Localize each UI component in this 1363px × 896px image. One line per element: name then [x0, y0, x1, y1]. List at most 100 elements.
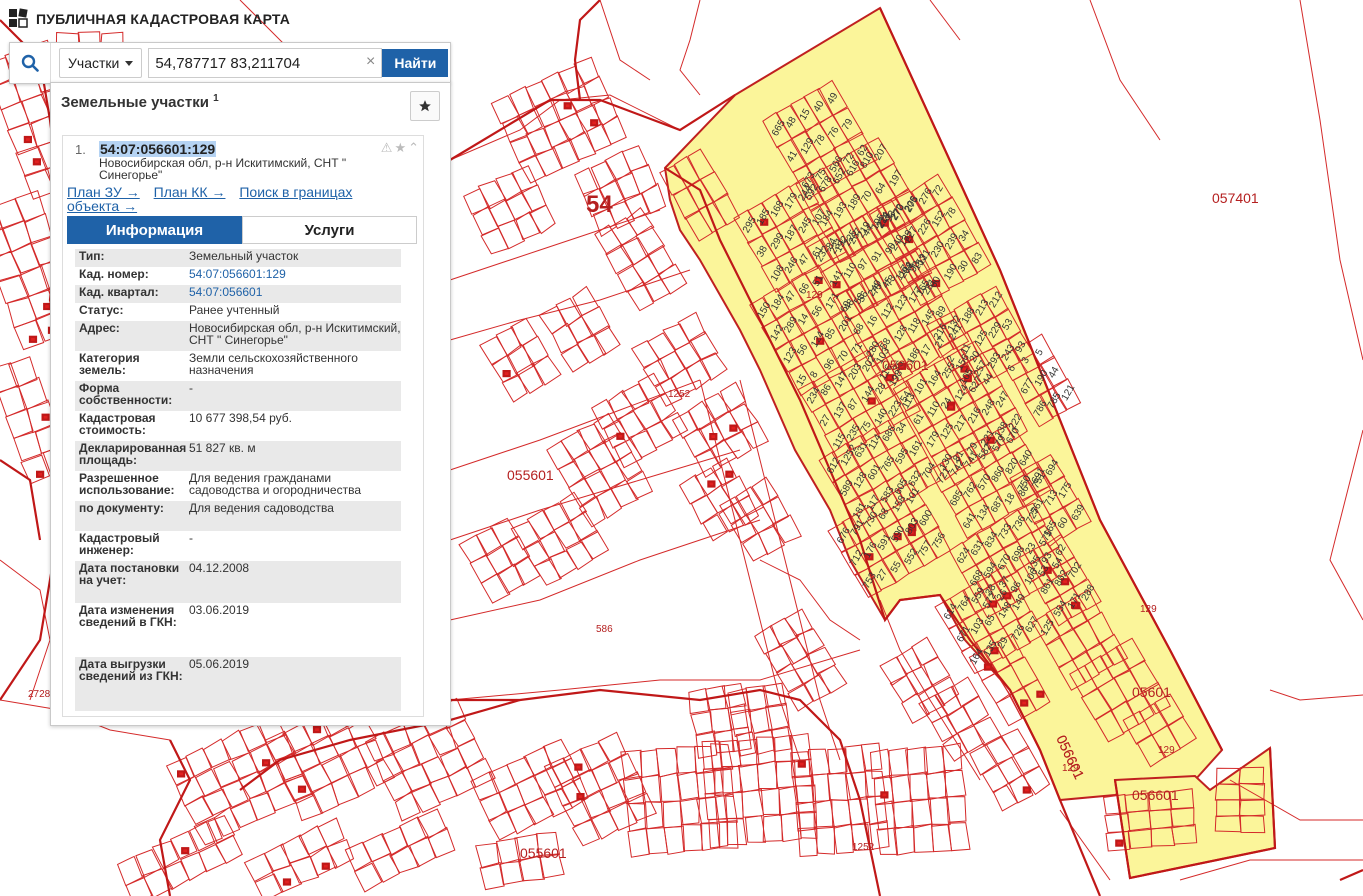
search-type-label: Участки — [68, 55, 120, 71]
tab-information[interactable]: Информация — [67, 216, 242, 244]
quarter-label: 1252 — [852, 842, 875, 853]
region-label: 54 — [586, 191, 613, 218]
quarter-label: 129 — [1062, 763, 1079, 774]
info-key: Кадастровый инженер: — [79, 531, 160, 557]
results-title-text: Земельные участки — [61, 94, 209, 111]
building-marker — [709, 433, 718, 441]
info-key: Кад. номер: — [79, 267, 149, 281]
info-row: Дата изменения сведений в ГКН: 03.06.2019 — [75, 603, 401, 657]
star-icon — [419, 100, 431, 112]
card-links: План ЗУ → План КК → Поиск в границах объ… — [67, 185, 407, 213]
building-marker — [177, 770, 186, 778]
find-button[interactable]: Найти — [382, 49, 449, 77]
info-key: Декларированная площадь: — [79, 441, 187, 467]
search-input-wrapper: × — [148, 48, 383, 78]
star-outline-icon[interactable]: ★ — [394, 140, 406, 156]
chevron-up-icon[interactable]: ⌃ — [408, 140, 419, 156]
info-key: Дата выгрузки сведений из ГКН: — [79, 657, 183, 683]
info-value: Ранее учтенный — [189, 303, 280, 317]
results-panel: Земельные участки 1 1. 54:07:056601:129 … — [50, 82, 451, 726]
building-marker — [729, 424, 738, 432]
search-icon[interactable] — [10, 43, 51, 83]
quarter-label: 586 — [596, 624, 613, 635]
info-row: Кадастровая стоимость: 10 677 398,54 руб. — [75, 411, 401, 441]
building-marker — [297, 785, 307, 793]
info-value-link[interactable]: 54:07:056601:129 — [189, 268, 401, 282]
quarter-label: 129 — [1140, 604, 1157, 615]
tab-services[interactable]: Услуги — [242, 216, 417, 244]
results-title: Земельные участки 1 — [61, 93, 219, 111]
info-value: Для ведения гражданами садоводства и ого… — [189, 471, 361, 497]
results-count: 1 — [213, 93, 219, 104]
building-marker — [725, 470, 734, 478]
app-header: ПУБЛИЧНАЯ КАДАСТРОВАЯ КАРТА — [8, 8, 290, 30]
info-value: - — [189, 531, 193, 545]
info-key: Кадастровая стоимость: — [79, 411, 156, 437]
info-value: 04.12.2008 — [189, 561, 250, 575]
info-key: Разрешенное использование: — [79, 471, 175, 497]
info-row: Тип: Земельный участок — [75, 249, 401, 267]
info-value-link[interactable]: 54:07:056601 — [189, 286, 401, 300]
info-row: Разрешенное использование: Для ведения гр… — [75, 471, 401, 501]
info-row: Декларированная площадь: 51 827 кв. м — [75, 441, 401, 471]
search-bar: Участки × Найти — [9, 42, 451, 84]
info-row: Кад. квартал: 54:07:056601 — [75, 285, 401, 303]
building-marker — [502, 370, 511, 378]
building-marker — [707, 480, 716, 488]
building-marker — [880, 791, 889, 799]
quarter-label: 056601 — [882, 357, 929, 373]
search-type-select[interactable]: Участки — [59, 48, 143, 78]
quarter-label: 056601 — [1132, 787, 1179, 803]
quarter-label: 129 — [806, 290, 823, 301]
info-key: Категория земель: — [79, 351, 140, 377]
info-value: 51 827 кв. м — [189, 441, 256, 455]
building-marker — [321, 862, 330, 870]
cad-number[interactable]: 54:07:056601:129 — [99, 141, 217, 157]
building-marker — [35, 470, 45, 478]
info-key: Форма собственности: — [79, 381, 173, 407]
building-marker — [1020, 699, 1029, 707]
card-icons: ⚠ ★ ⌃ — [381, 140, 419, 156]
info-row: Дата постановки на учет: 04.12.2008 — [75, 561, 401, 603]
info-key: Статус: — [79, 303, 124, 317]
quarter-label: 2728 — [28, 689, 51, 700]
info-value: 10 677 398,54 руб. — [189, 411, 292, 425]
info-key: Тип: — [79, 249, 105, 263]
info-value: - — [189, 381, 193, 395]
building-marker — [32, 158, 42, 166]
warning-icon[interactable]: ⚠ — [381, 140, 393, 156]
quarter-label: 057401 — [1212, 190, 1259, 206]
building-marker — [1036, 690, 1045, 698]
info-value: Новосибирская обл, р-н Искитимский, СНТ … — [189, 321, 401, 347]
building-marker — [41, 413, 50, 421]
info-key: Дата изменения сведений в ГКН: — [79, 603, 177, 629]
info-value: 05.06.2019 — [189, 657, 250, 671]
building-marker — [28, 335, 38, 343]
info-value: Земли сельскохозяйственного назначения — [189, 351, 358, 377]
quarter-label: 055601 — [520, 845, 567, 861]
quarter-label: 1252 — [668, 389, 691, 400]
search-input[interactable] — [149, 50, 358, 76]
building-marker — [590, 119, 599, 127]
info-key: Дата постановки на учет: — [79, 561, 180, 587]
favorites-button[interactable] — [410, 91, 440, 121]
app-logo-icon[interactable] — [8, 8, 30, 30]
quarter-label: 129 — [1158, 745, 1175, 756]
building-marker — [1022, 786, 1031, 794]
app-title: ПУБЛИЧНАЯ КАДАСТРОВАЯ КАРТА — [36, 11, 291, 27]
building-marker — [1115, 839, 1124, 847]
building-marker — [574, 763, 583, 771]
chevron-down-icon — [125, 60, 134, 66]
building-marker — [23, 135, 32, 144]
plan-kk-link[interactable]: План КК → — [154, 184, 226, 200]
info-row: Форма собственности: - — [75, 381, 401, 411]
result-card[interactable]: 1. 54:07:056601:129 ⚠ ★ ⌃ Новосибирская … — [62, 135, 424, 717]
info-row: Статус: Ранее учтенный — [75, 303, 401, 321]
info-row: Категория земель: Земли сельскохозяйствен… — [75, 351, 401, 381]
building-marker — [181, 847, 190, 855]
info-row: по документу: Для ведения садоводства — [75, 501, 401, 531]
info-value: Для ведения садоводства — [189, 501, 334, 515]
info-row: Дата выгрузки сведений из ГКН: 05.06.2019 — [75, 657, 401, 711]
building-marker — [983, 663, 993, 671]
clear-icon[interactable]: × — [366, 53, 375, 71]
